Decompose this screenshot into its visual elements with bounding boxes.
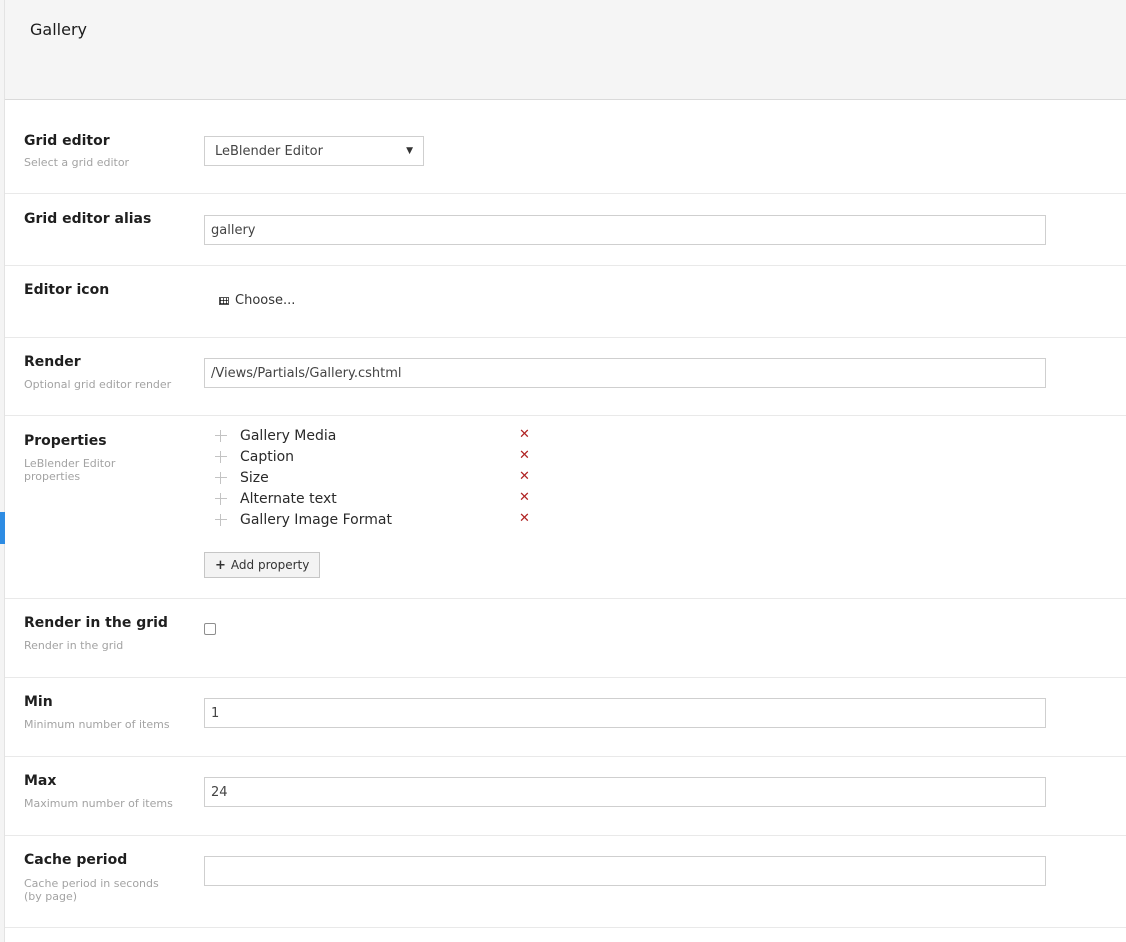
add-property-button[interactable]: + Add property (204, 552, 321, 578)
remove-icon[interactable]: ✕ (519, 469, 530, 484)
plus-icon: + (215, 557, 226, 573)
property-item: Caption ✕ (214, 446, 544, 467)
drag-handle-icon[interactable] (214, 513, 228, 527)
max-label: Max (24, 773, 57, 789)
row-properties: Properties LeBlender Editor properties G… (5, 416, 1126, 599)
editor-icon-label: Editor icon (24, 282, 110, 298)
drag-handle-icon[interactable] (214, 429, 228, 443)
cache-period-description: Cache period in seconds (by page) (24, 877, 159, 903)
property-name: Size (240, 469, 269, 486)
drag-handle-icon[interactable] (214, 471, 228, 485)
render-in-grid-checkbox[interactable] (204, 623, 216, 635)
cache-period-input[interactable] (204, 856, 1046, 886)
min-description: Minimum number of items (24, 718, 170, 731)
render-in-grid-description: Render in the grid (24, 639, 124, 652)
render-label: Render (24, 354, 81, 370)
max-description: Maximum number of items (24, 797, 173, 810)
editor-form: Grid editor Select a grid editor LeBlend… (5, 100, 1126, 928)
render-input[interactable] (204, 358, 1046, 388)
alias-label: Grid editor alias (24, 211, 152, 227)
drag-handle-icon[interactable] (214, 450, 228, 464)
property-name: Gallery Media (240, 427, 337, 444)
property-item: Size ✕ (214, 467, 544, 488)
row-render: Render Optional grid editor render (5, 338, 1126, 416)
property-list: Gallery Media ✕ Caption ✕ Size ✕ Alterna… (214, 425, 544, 530)
remove-icon[interactable]: ✕ (519, 448, 530, 463)
drag-handle-icon[interactable] (214, 492, 228, 506)
row-cache-period: Cache period Cache period in seconds (by… (5, 836, 1126, 928)
remove-icon[interactable]: ✕ (519, 427, 530, 442)
row-editor-icon: Editor icon Choose... (5, 266, 1126, 338)
grid-editor-description: Select a grid editor (24, 156, 130, 169)
add-property-label: Add property (230, 558, 310, 572)
property-item: Gallery Image Format ✕ (214, 509, 544, 530)
chevron-down-icon: ▼ (406, 146, 413, 156)
grid-editor-select-value: LeBlender Editor (215, 143, 323, 159)
property-name: Caption (240, 448, 295, 465)
grid-editor-select[interactable]: LeBlender Editor ▼ (204, 136, 424, 166)
property-item: Alternate text ✕ (214, 488, 544, 509)
row-alias: Grid editor alias (5, 194, 1126, 266)
remove-icon[interactable]: ✕ (519, 490, 530, 505)
cache-period-label: Cache period (24, 852, 128, 868)
page-header: Gallery (5, 0, 1126, 100)
property-name: Alternate text (240, 490, 337, 507)
page-title: Gallery (30, 20, 87, 39)
property-name: Gallery Image Format (240, 511, 392, 528)
min-input[interactable] (204, 698, 1046, 728)
render-in-grid-label: Render in the grid (24, 615, 168, 631)
render-description: Optional grid editor render (24, 378, 172, 391)
remove-icon[interactable]: ✕ (519, 511, 530, 526)
max-input[interactable] (204, 777, 1046, 807)
property-item: Gallery Media ✕ (214, 425, 544, 446)
row-min: Min Minimum number of items (5, 678, 1126, 757)
properties-description: LeBlender Editor properties (24, 457, 116, 483)
row-render-in-grid: Render in the grid Render in the grid (5, 599, 1126, 678)
grid-editor-label: Grid editor (24, 133, 110, 149)
row-max: Max Maximum number of items (5, 757, 1126, 836)
properties-label: Properties (24, 433, 107, 449)
choose-label: Choose... (235, 293, 296, 308)
row-grid-editor: Grid editor Select a grid editor LeBlend… (5, 100, 1126, 194)
choose-icon-link[interactable]: Choose... (204, 293, 295, 308)
alias-input[interactable] (204, 215, 1046, 245)
min-label: Min (24, 694, 53, 710)
grid-icon (219, 296, 229, 305)
